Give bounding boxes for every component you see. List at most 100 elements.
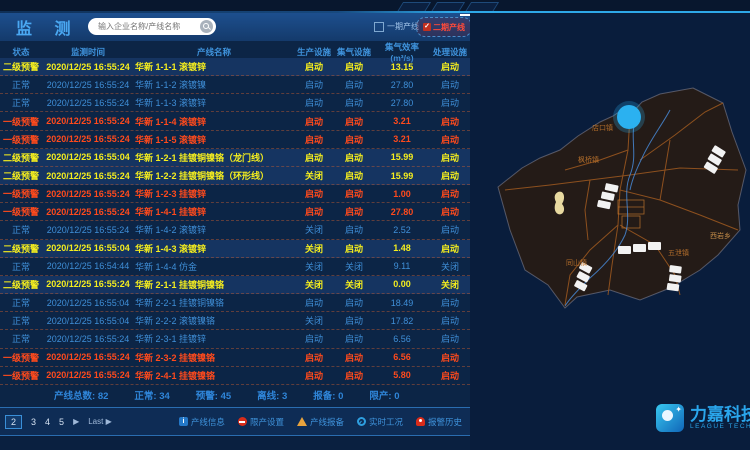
efficiency-cell: 15.99 [374, 152, 430, 162]
efficiency-cell: 27.80 [374, 207, 430, 217]
line-name-cell: 华新 1-2-3 挂镀锌 [134, 187, 294, 200]
time-cell: 2020/12/25 16:55:24 [42, 352, 134, 362]
production-cell: 启动 [294, 78, 334, 91]
line-name-cell: 华新 1-1-1 滚镀锌 [134, 60, 294, 73]
treatment-cell: 关闭 [430, 278, 470, 291]
line-name-cell: 华新 1-1-5 滚镀锌 [134, 133, 294, 146]
table-row[interactable]: 正常 2020/12/25 16:54:44 华新 1-4-4 仿金 关闭 关闭… [0, 258, 470, 276]
time-cell: 2020/12/25 16:55:24 [42, 334, 134, 344]
efficiency-cell: 17.82 [374, 316, 430, 326]
efficiency-cell: 9.11 [374, 261, 430, 271]
table-row[interactable]: 一级预警 2020/12/25 16:55:24 华新 2-3-2 挂镀镍铬 启… [0, 349, 470, 367]
phase1-label: 一期产线 [387, 21, 419, 32]
production-cell: 启动 [294, 133, 334, 146]
gauge-icon [357, 417, 366, 426]
table-row[interactable]: 二级预警 2020/12/25 16:55:24 华新 1-1-1 滚镀锌 启动… [0, 58, 470, 76]
production-cell: 启动 [294, 151, 334, 164]
monitor-table: 状态 监测时间 产线名称 生产设施 集气设施 集气效率(m³/s) 处理设施 二… [0, 41, 470, 407]
page-button[interactable]: 5 [59, 417, 64, 427]
col-gas-collect: 集气设施 [334, 46, 374, 58]
line-name-cell: 华新 2-2-2 滚镀镍铬 [134, 314, 294, 327]
table-row[interactable]: 一级预警 2020/12/25 16:55:24 华新 2-4-1 挂镀镍铬 启… [0, 367, 470, 385]
table-row[interactable]: 一级预警 2020/12/25 16:55:24 华新 1-1-5 滚镀锌 启动… [0, 131, 470, 149]
status-cell: 二级预警 [0, 242, 42, 255]
next-page-button[interactable]: ▶ [73, 417, 79, 426]
status-cell: 正常 [0, 223, 42, 236]
last-page-button[interactable]: Last ▶ [88, 417, 112, 426]
realtime-status-label: 实时工况 [369, 416, 403, 428]
alarm-history-button[interactable]: 报警历史 [416, 416, 462, 428]
production-cell: 关闭 [294, 242, 334, 255]
gas-collect-cell: 启动 [334, 242, 374, 255]
efficiency-cell: 3.21 [374, 116, 430, 126]
table-row[interactable]: 正常 2020/12/25 16:55:04 华新 2-2-2 滚镀镍铬 关闭 … [0, 312, 470, 330]
table-row[interactable]: 一级预警 2020/12/25 16:55:24 华新 1-4-1 挂镀锌 启动… [0, 203, 470, 221]
limit-setting-button[interactable]: 限产设置 [238, 416, 284, 428]
efficiency-cell: 6.56 [374, 334, 430, 344]
status-cell: 正常 [0, 260, 42, 273]
search-box[interactable] [88, 18, 216, 35]
action-legend: i 产线信息 限产设置 产线报备 实时工况 报警历史 [179, 416, 462, 428]
gas-collect-cell: 启动 [334, 78, 374, 91]
table-row[interactable]: 二级预警 2020/12/25 16:55:04 华新 1-4-3 滚镀锌 关闭… [0, 240, 470, 258]
table-row[interactable]: 二级预警 2020/12/25 16:55:04 华新 1-2-1 挂镀铜镍铬（… [0, 149, 470, 167]
city-map[interactable]: 店口镇 枫桥镇 同山镇 西岩乡 五泄镇 [470, 40, 750, 400]
time-cell: 2020/12/25 16:55:24 [42, 189, 134, 199]
efficiency-cell: 5.80 [374, 370, 430, 380]
table-row[interactable]: 二级预警 2020/12/25 16:55:24 华新 2-1-1 挂镀铜镍铬 … [0, 276, 470, 294]
page-button-current[interactable]: 2 [5, 415, 22, 429]
status-cell: 正常 [0, 78, 42, 91]
line-name-cell: 华新 1-2-1 挂镀铜镍铬（龙门线） [134, 151, 294, 164]
production-cell: 启动 [294, 205, 334, 218]
table-row[interactable]: 正常 2020/12/25 16:55:24 华新 1-4-2 滚镀锌 关闭 启… [0, 221, 470, 239]
status-cell: 一级预警 [0, 133, 42, 146]
status-cell: 正常 [0, 332, 42, 345]
map-panel: 店口镇 枫桥镇 同山镇 西岩乡 五泄镇 [470, 13, 750, 450]
summary-bar: 产线总数: 82 正常: 34 预警: 45 离线: 3 报备: 0 限产: 0 [0, 385, 470, 405]
line-name-cell: 华新 2-1-1 挂镀铜镍铬 [134, 278, 294, 291]
table-row[interactable]: 正常 2020/12/25 16:55:24 华新 1-1-2 滚镀镍 启动 启… [0, 76, 470, 94]
table-row[interactable]: 一级预警 2020/12/25 16:55:24 华新 1-1-4 滚镀锌 启动… [0, 112, 470, 130]
phase1-checkbox[interactable] [374, 22, 384, 32]
table-row[interactable]: 正常 2020/12/25 16:55:24 华新 1-1-3 滚镀锌 启动 启… [0, 94, 470, 112]
line-name-cell: 华新 2-3-2 挂镀镍铬 [134, 351, 294, 364]
page-title: 监 测 [16, 15, 79, 39]
gas-collect-cell: 启动 [334, 223, 374, 236]
col-treatment: 处理设施 [430, 46, 470, 58]
status-cell: 一级预警 [0, 187, 42, 200]
time-cell: 2020/12/25 16:55:24 [42, 98, 134, 108]
limit-icon [238, 417, 247, 426]
summary-normal: 正常: 34 [134, 388, 169, 402]
gas-collect-cell: 启动 [334, 205, 374, 218]
table-row[interactable]: 一级预警 2020/12/25 16:55:24 华新 1-2-3 挂镀锌 启动… [0, 185, 470, 203]
line-info-label: 产线信息 [191, 416, 225, 428]
search-input[interactable] [96, 21, 200, 32]
line-name-cell: 华新 2-2-1 挂镀铜镍铬 [134, 296, 294, 309]
time-cell: 2020/12/25 16:55:04 [42, 152, 134, 162]
page-button[interactable]: 3 [31, 417, 36, 427]
alarm-history-label: 报警历史 [428, 416, 462, 428]
gas-collect-cell: 启动 [334, 151, 374, 164]
page-button[interactable]: 4 [45, 417, 50, 427]
time-cell: 2020/12/25 16:55:04 [42, 298, 134, 308]
info-icon: i [179, 417, 188, 426]
realtime-status-button[interactable]: 实时工况 [357, 416, 403, 428]
search-icon[interactable] [200, 20, 213, 33]
line-name-cell: 华新 1-1-2 滚镀镍 [134, 78, 294, 91]
phase1-filter[interactable]: 一期产线 [374, 21, 419, 32]
table-row[interactable]: 二级预警 2020/12/25 16:55:24 华新 1-2-2 挂镀铜镍铬（… [0, 167, 470, 185]
gas-collect-cell: 启动 [334, 332, 374, 345]
line-report-button[interactable]: 产线报备 [297, 416, 344, 428]
gas-collect-cell: 启动 [334, 187, 374, 200]
efficiency-cell: 2.52 [374, 225, 430, 235]
treatment-cell: 启动 [430, 351, 470, 364]
table-row[interactable]: 正常 2020/12/25 16:55:04 华新 2-2-1 挂镀铜镍铬 启动… [0, 294, 470, 312]
line-info-button[interactable]: i 产线信息 [179, 416, 225, 428]
treatment-cell: 启动 [430, 60, 470, 73]
col-production: 生产设施 [294, 46, 334, 58]
selected-site-marker-core[interactable] [617, 105, 641, 129]
pagination: 2 3 4 5 ▶ Last ▶ [5, 415, 112, 429]
gas-collect-cell: 启动 [334, 314, 374, 327]
col-status: 状态 [0, 46, 42, 58]
table-row[interactable]: 正常 2020/12/25 16:55:24 华新 2-3-1 挂镀锌 启动 启… [0, 330, 470, 348]
